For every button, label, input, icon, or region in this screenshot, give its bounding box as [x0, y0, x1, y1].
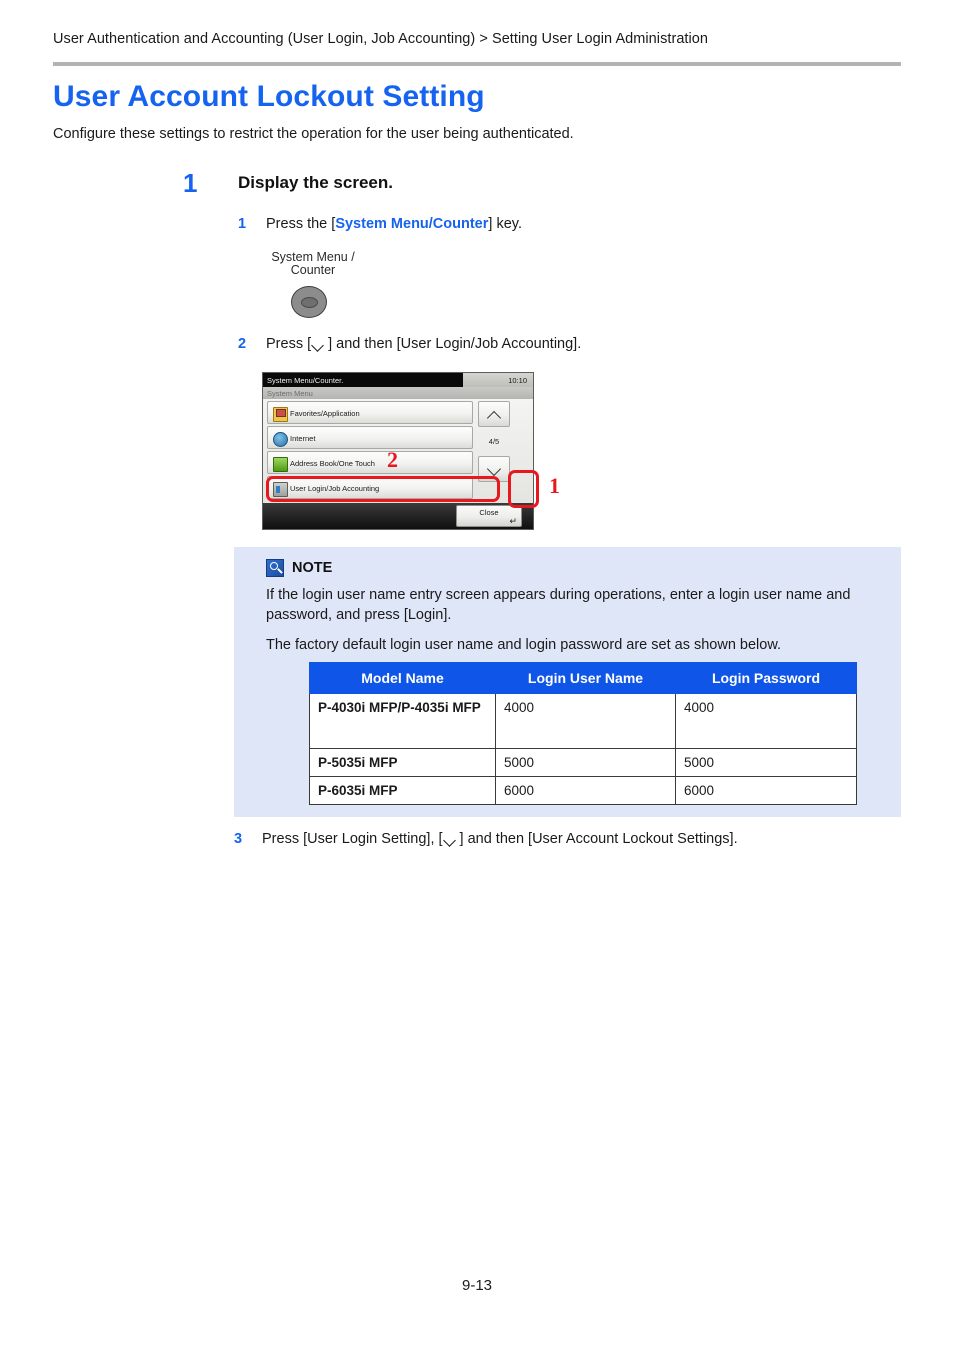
- panel-menu-item-internet[interactable]: Internet: [267, 426, 473, 449]
- table-row: P-5035i MFP 5000 5000: [309, 748, 857, 777]
- address-book-icon: [273, 457, 288, 472]
- table-cell-model: P-4030i MFP/P-4035i MFP: [309, 693, 496, 749]
- substep-2-before: Press [: [266, 336, 312, 352]
- intro-paragraph: Configure these settings to restrict the…: [53, 126, 574, 142]
- enter-arrow-icon: ↵: [509, 516, 517, 526]
- table-cell-user-name: 4000: [495, 693, 676, 749]
- table-header-row: Model Name Login User Name Login Passwor…: [309, 662, 857, 694]
- substep-1-number: 1: [238, 216, 247, 232]
- system-menu-counter-hardware-key-icon: [291, 286, 327, 318]
- hardware-key-label: System Menu / Counter: [263, 251, 363, 277]
- table-cell-password: 4000: [675, 693, 857, 749]
- panel-scroll-controls: 4/5: [478, 401, 510, 482]
- note-title: NOTE: [292, 560, 333, 576]
- hardware-key-label-line2: Counter: [290, 263, 336, 277]
- panel-footer: Close ↵: [263, 503, 533, 529]
- panel-menu-item-address-book-label: Address Book/One Touch: [290, 459, 375, 468]
- substep-3-before: Press [User Login Setting], [: [262, 831, 443, 847]
- note-paragraph-2: The factory default login user name and …: [266, 637, 782, 653]
- panel-titlebar-text: System Menu/Counter.: [267, 376, 344, 385]
- chevron-down-icon: [444, 836, 459, 845]
- chevron-down-icon: [486, 461, 502, 477]
- table-cell-password: 6000: [675, 776, 857, 805]
- substep-3-after: ] and then [User Account Lockout Setting…: [459, 831, 738, 847]
- note-paragraph-1: If the login user name entry screen appe…: [266, 587, 851, 623]
- note-box: NOTE If the login user name entry screen…: [234, 547, 901, 817]
- internet-icon: [273, 432, 288, 447]
- panel-page-indicator: 4/5: [488, 437, 500, 446]
- substep-1-before: Press the [: [266, 216, 336, 232]
- table-header-model-name: Model Name: [309, 662, 496, 694]
- panel-menu-item-favorites-label: Favorites/Application: [290, 409, 360, 418]
- table-header-login-user-name: Login User Name: [495, 662, 676, 694]
- panel-subbar-text: System Menu: [267, 389, 313, 398]
- substep-3-number: 3: [234, 831, 243, 847]
- highlight-box-scroll-down: [508, 470, 539, 508]
- header-divider: [53, 62, 901, 66]
- table-row: P-4030i MFP/P-4035i MFP 4000 4000: [309, 693, 857, 749]
- default-login-credentials-table: Model Name Login User Name Login Passwor…: [309, 662, 857, 805]
- substep-1-after: ] key.: [488, 216, 522, 232]
- highlight-box-user-login-row: [266, 476, 500, 502]
- substep-2-after: ] and then [User Login/Job Accounting].: [328, 336, 582, 352]
- breadcrumb: User Authentication and Accounting (User…: [53, 31, 709, 47]
- panel-menu-item-address-book[interactable]: Address Book/One Touch: [267, 451, 473, 474]
- table-row: P-6035i MFP 6000 6000: [309, 776, 857, 805]
- callout-number-2: 2: [387, 447, 398, 472]
- panel-clock: 10:10: [508, 376, 527, 385]
- favorites-icon: [273, 407, 288, 422]
- substep-1-text: Press the [System Menu/Counter] key.: [266, 216, 522, 232]
- table-cell-model: P-5035i MFP: [309, 748, 496, 777]
- table-cell-user-name: 5000: [495, 748, 676, 777]
- callout-number-1: 1: [549, 473, 560, 498]
- page-number: 9-13: [461, 1277, 493, 1294]
- panel-subbar: System Menu: [263, 387, 533, 399]
- chevron-up-icon: [486, 410, 502, 426]
- panel-scroll-up-button[interactable]: [478, 401, 510, 427]
- substep-2-number: 2: [238, 336, 247, 352]
- panel-menu-item-favorites[interactable]: Favorites/Application: [267, 401, 473, 424]
- panel-menu-item-internet-label: Internet: [290, 434, 316, 443]
- panel-titlebar: System Menu/Counter. 10:10: [263, 373, 533, 387]
- chevron-down-icon: [312, 341, 327, 350]
- step-1-heading: Display the screen.: [238, 173, 393, 192]
- page-title: User Account Lockout Setting: [53, 80, 485, 113]
- table-cell-model: P-6035i MFP: [309, 776, 496, 805]
- table-header-login-password: Login Password: [675, 662, 857, 694]
- substep-3-text: Press [User Login Setting], [ ] and then …: [262, 831, 738, 847]
- note-icon: [266, 559, 284, 577]
- table-cell-password: 5000: [675, 748, 857, 777]
- step-1-number: 1: [183, 168, 198, 198]
- table-cell-user-name: 6000: [495, 776, 676, 805]
- panel-close-button[interactable]: Close ↵: [456, 505, 522, 527]
- system-menu-counter-key-label: System Menu/Counter: [335, 216, 489, 232]
- device-panel-screenshot: System Menu/Counter. 10:10 System Menu F…: [262, 372, 534, 530]
- substep-2-text: Press [ ] and then [User Login/Job Accoun…: [266, 336, 581, 352]
